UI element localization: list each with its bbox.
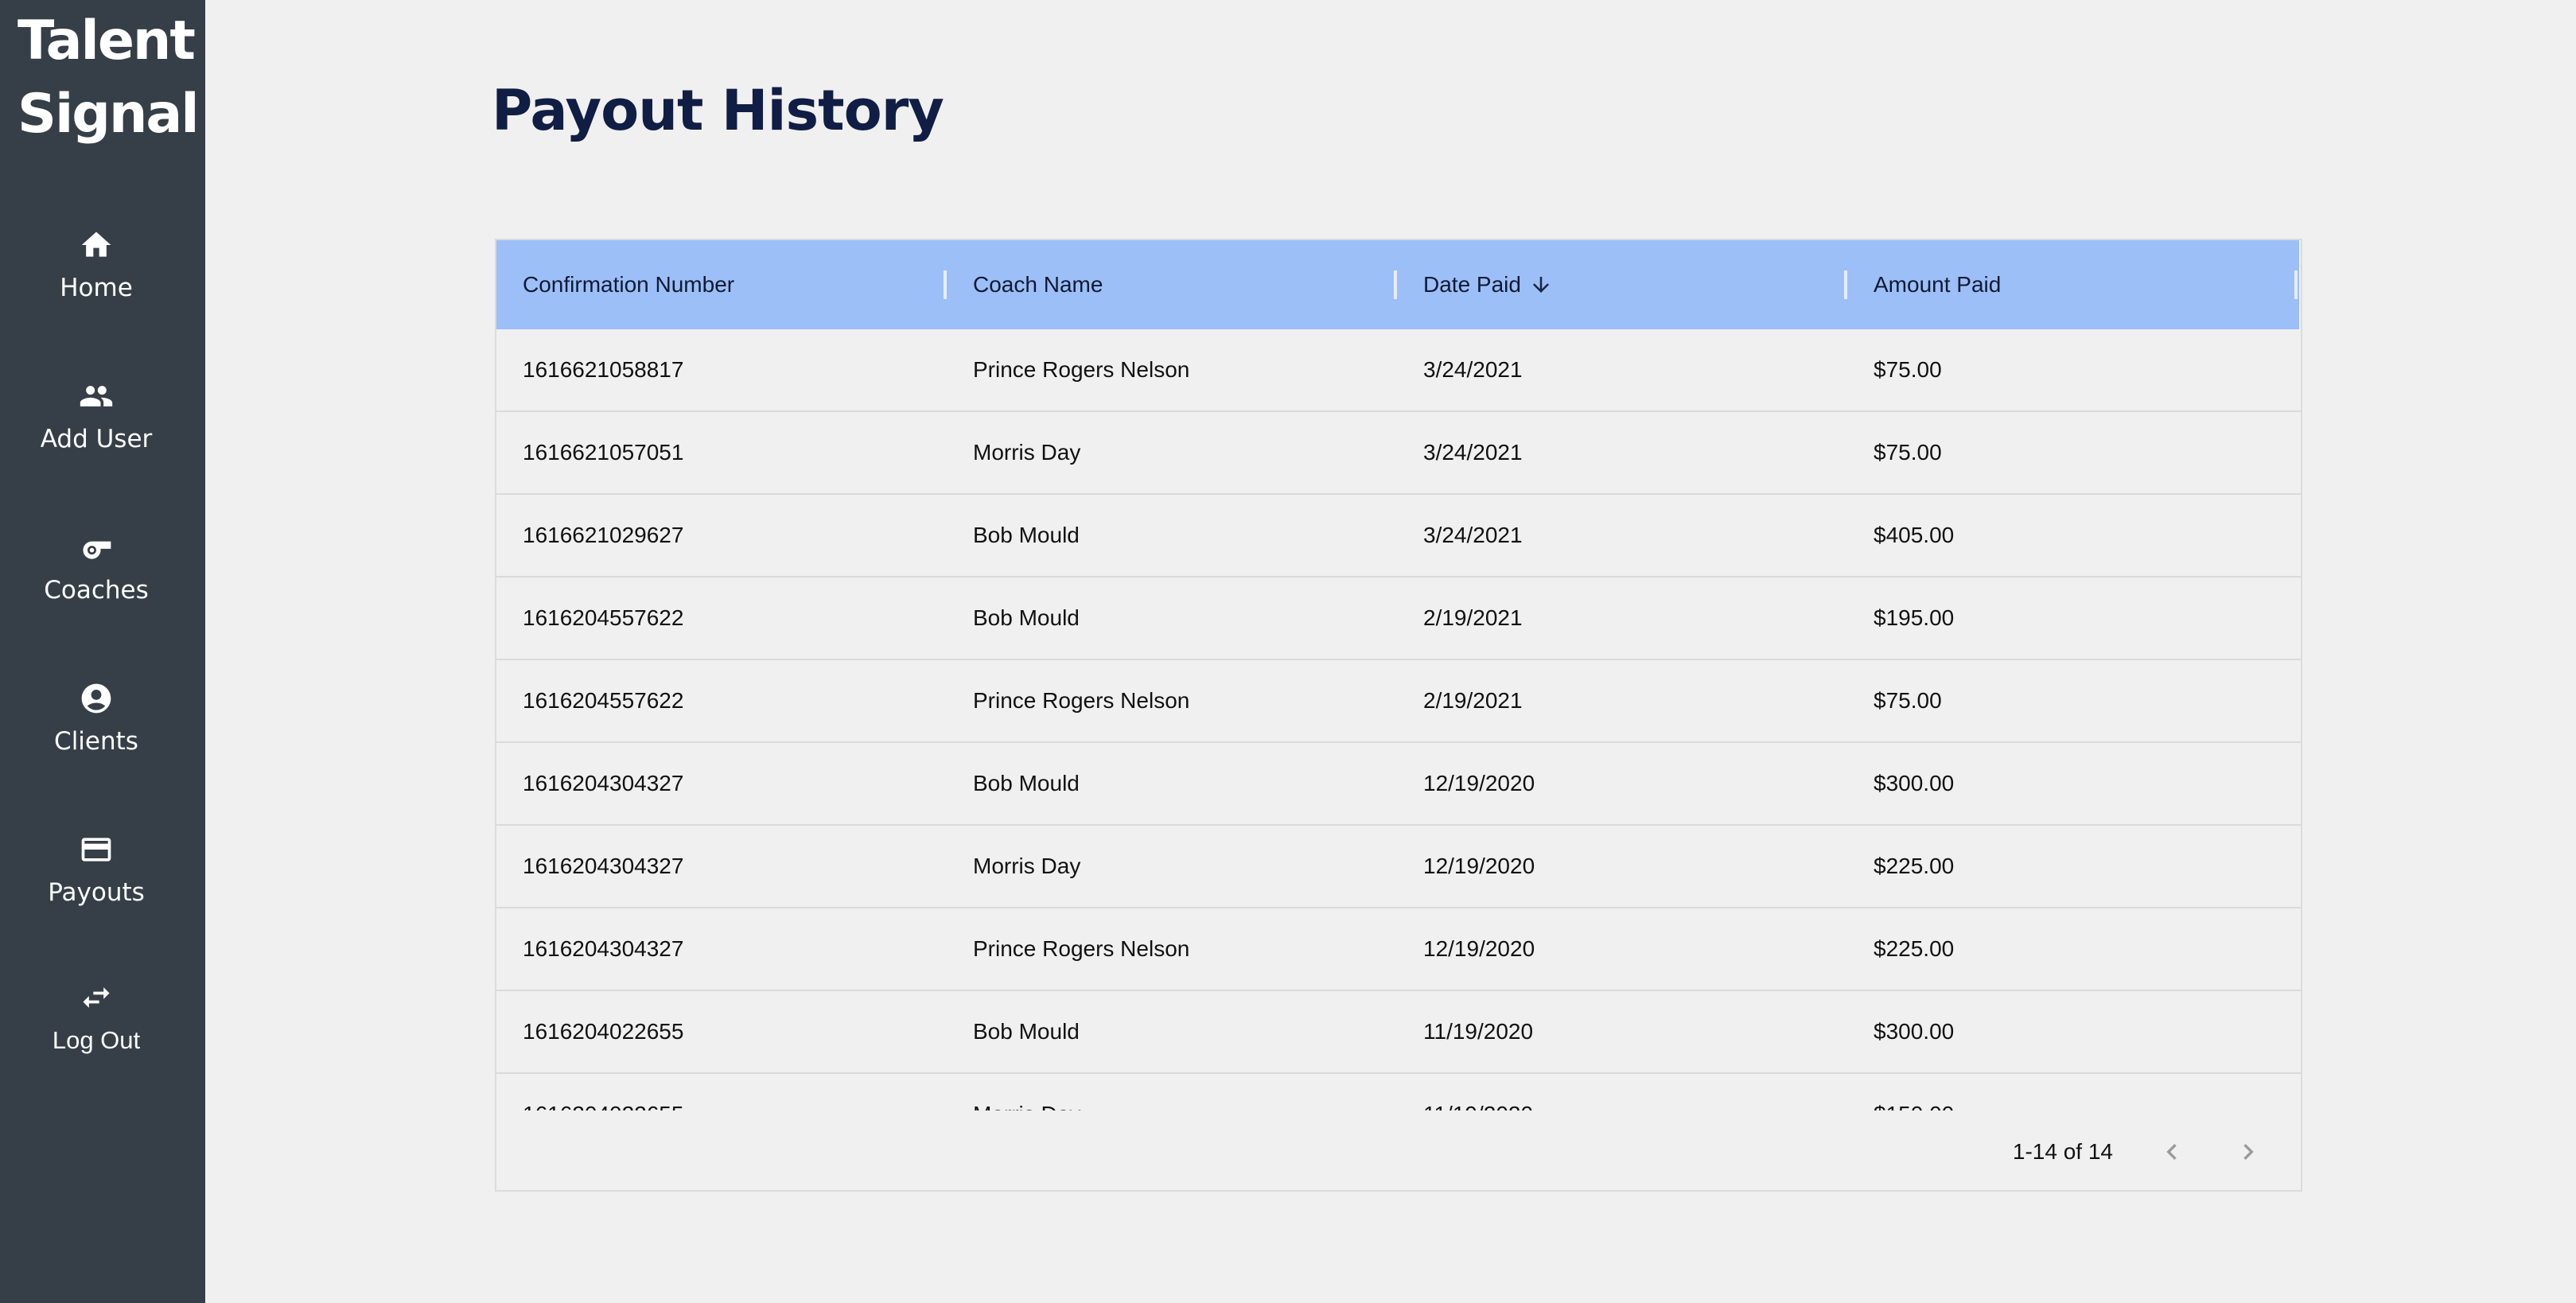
coach-name-cell: Prince Rogers Nelson [973,688,1190,713]
amount-paid-cell: $405.00 [1874,523,1955,547]
table-body: 1616621058817 Prince Rogers Nelson 3/24/20… [496,329,2301,1110]
coach-name-cell: Prince Rogers Nelson [973,357,1190,382]
coach-name-cell: Bob Mould [973,771,1080,795]
app-logo[interactable]: Talent Signal [18,5,200,151]
sidebar-item-label: Log Out [52,1026,141,1054]
amount-paid-cell: $225.00 [1874,854,1955,878]
date-paid-cell: 11/19/2020 [1423,1019,1534,1044]
confirmation-number-cell: 1616204557622 [523,688,684,713]
amount-paid-cell: $75.00 [1874,440,1942,465]
sidebar-item-payouts[interactable]: Payouts [0,832,193,907]
column-header-label: Date Paid [1423,272,1521,297]
payout-history-table: Confirmation Number Coach Name Date Paid… [495,239,2302,1192]
amount-paid-cell: $75.00 [1874,688,1942,713]
coach-name-cell: Bob Mould [973,523,1080,547]
date-paid-cell: 12/19/2020 [1423,936,1535,961]
sidebar-item-log-out[interactable]: Log Out [0,980,193,1055]
sidebar: Talent Signal Home Add User Coaches Clie… [0,0,205,1303]
column-separator[interactable] [2294,270,2298,299]
logo-line-1: Talent [18,10,196,72]
confirmation-number-cell: 1616204557622 [523,605,684,630]
next-page-button[interactable] [2229,1133,2267,1171]
amount-paid-cell: $195.00 [1874,605,1955,630]
date-paid-cell: 3/24/2021 [1423,440,1523,465]
sidebar-item-label: Home [60,274,133,302]
confirmation-number-cell: 1616204022655 [523,1019,684,1044]
table-row[interactable]: 1616204304327 Prince Rogers Nelson 12/19/2… [496,908,2301,991]
amount-paid-cell: $300.00 [1874,1019,1955,1044]
table-row[interactable]: 1616621029627 Bob Mould 3/24/2021 $405.00 [496,495,2301,578]
sidebar-item-label: Clients [54,727,138,756]
date-paid-cell: 12/19/2020 [1423,771,1535,795]
whistle-icon [0,530,193,568]
confirmation-number-cell: 1616204304327 [523,771,684,795]
confirmation-number-cell: 1616621057051 [523,440,684,465]
date-paid-cell: 11/19/2020 [1397,1102,1847,1110]
sidebar-item-add-user[interactable]: Add User [0,379,193,453]
date-paid-cell: 2/19/2021 [1423,605,1523,630]
coach-name-cell: Bob Mould [973,1019,1080,1044]
arrow-down-sort-icon[interactable] [1529,273,1553,297]
table-row[interactable]: 1616204022655Morris Day11/19/2020$150.00 [496,1074,2301,1110]
logo-line-2: Signal [18,83,200,146]
table-row[interactable]: 1616204304327 Morris Day 12/19/2020 $225.00 [496,826,2301,908]
swap-arrows-icon [0,980,193,1018]
date-paid-cell: 3/24/2021 [1423,357,1523,382]
column-header-label: Confirmation Number [523,272,735,297]
page-title: Payout History [492,78,944,143]
sidebar-item-clients[interactable]: Clients [0,681,193,756]
amount-paid-cell: $225.00 [1874,936,1955,961]
table-row[interactable]: 1616621058817 Prince Rogers Nelson 3/24/20… [496,329,2301,412]
column-header-label: Coach Name [973,272,1103,297]
sidebar-item-label: Add User [40,425,153,453]
column-header-coach-name[interactable]: Coach Name [947,240,1397,329]
chevron-right-icon [2243,1144,2254,1160]
coach-name-cell: Morris Day [947,1102,1397,1110]
date-paid-cell: 3/24/2021 [1423,523,1523,547]
column-header-amount-paid[interactable]: Amount Paid [1847,240,2298,329]
confirmation-number-cell: 1616204022655 [496,1102,947,1110]
table-footer: 1-14 of 14 [496,1110,2301,1190]
chevron-left-icon [2166,1144,2177,1160]
confirmation-number-cell: 1616621058817 [523,357,684,382]
confirmation-number-cell: 1616204304327 [523,936,684,961]
confirmation-number-cell: 1616621029627 [523,523,684,547]
pagination-range: 1-14 of 14 [2012,1139,2113,1164]
sidebar-item-coaches[interactable]: Coaches [0,530,193,605]
amount-paid-cell: $75.00 [1874,357,1942,382]
account-circle-icon [0,681,193,719]
column-header-confirmation-number[interactable]: Confirmation Number [496,240,947,329]
table-row[interactable]: 1616204022655 Bob Mould 11/19/2020 $300.00 [496,991,2301,1074]
column-header-date-paid[interactable]: Date Paid [1397,240,1847,329]
coach-name-cell: Prince Rogers Nelson [973,936,1190,961]
previous-page-button[interactable] [2153,1133,2191,1171]
coach-name-cell: Morris Day [973,854,1081,878]
date-paid-cell: 2/19/2021 [1423,688,1523,713]
sidebar-item-label: Coaches [44,576,149,605]
table-header: Confirmation Number Coach Name Date Paid… [496,240,2299,329]
coach-name-cell: Bob Mould [973,605,1080,630]
column-header-label: Amount Paid [1874,272,2002,297]
table-row[interactable]: 1616204304327 Bob Mould 12/19/2020 $300.00 [496,743,2301,826]
home-icon [0,228,193,266]
credit-card-icon [0,832,193,870]
coach-name-cell: Morris Day [973,440,1081,465]
amount-paid-cell: $300.00 [1874,771,1955,795]
sidebar-item-home[interactable]: Home [0,228,193,302]
table-row[interactable]: 1616621057051 Morris Day 3/24/2021 $75.00 [496,412,2301,495]
people-icon [0,379,193,417]
table-row[interactable]: 1616204557622 Bob Mould 2/19/2021 $195.00 [496,578,2301,660]
table-row[interactable]: 1616204557622 Prince Rogers Nelson 2/19/20… [496,660,2301,743]
amount-paid-cell: $150.00 [1847,1102,2298,1110]
date-paid-cell: 12/19/2020 [1423,854,1535,878]
sidebar-item-label: Payouts [48,878,145,907]
confirmation-number-cell: 1616204304327 [523,854,684,878]
